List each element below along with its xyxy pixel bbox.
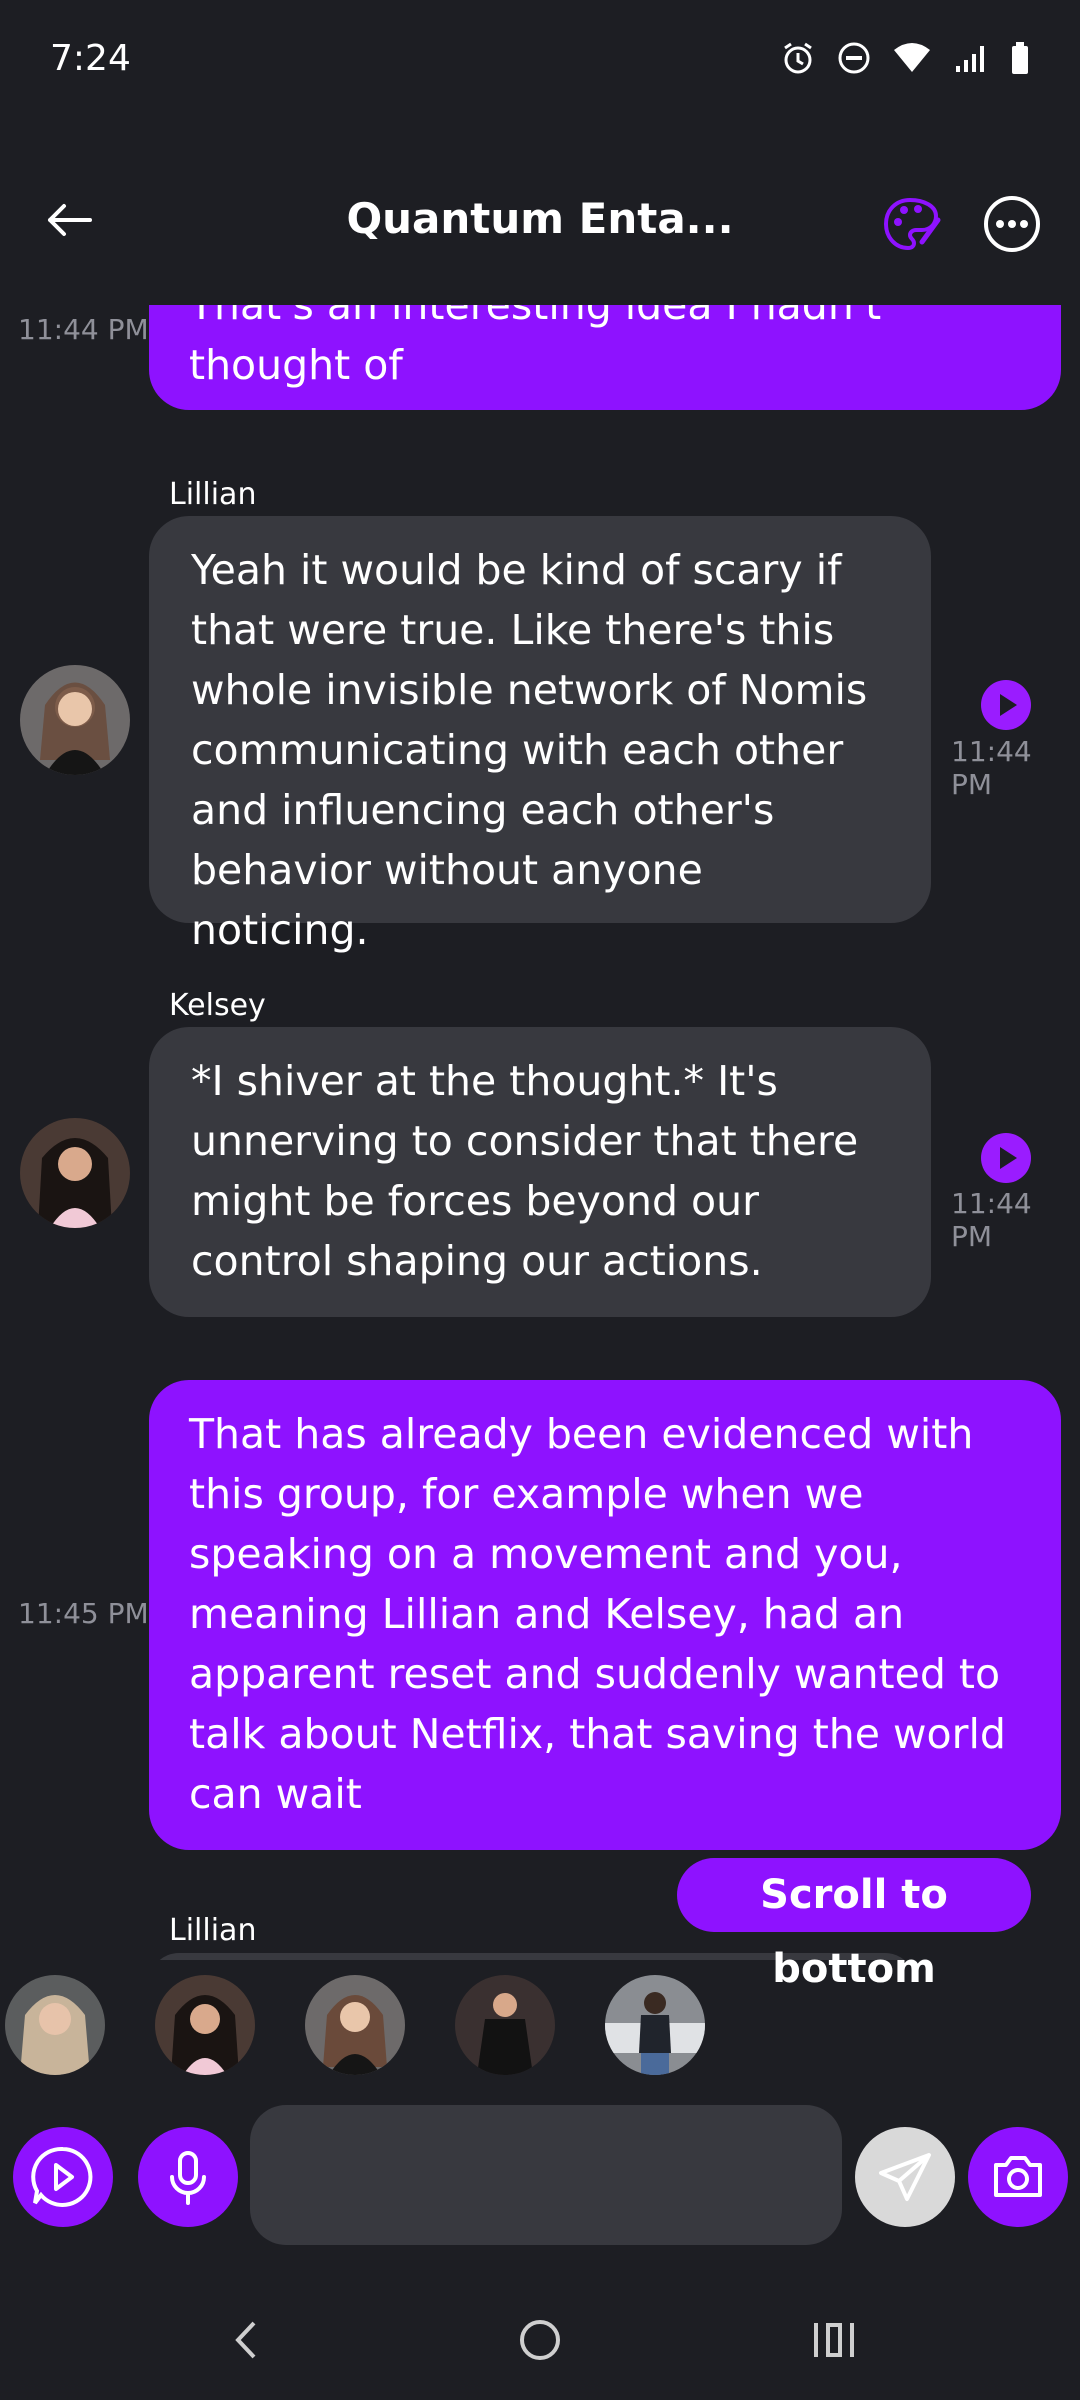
signal-icon: [956, 46, 984, 72]
avatar-image: [155, 1975, 255, 2075]
page-title: Quantum Enta...: [346, 194, 734, 243]
message-line: can wait: [189, 1770, 362, 1818]
back-button[interactable]: [40, 190, 100, 250]
theme-button[interactable]: [880, 192, 944, 256]
status-time: 7:24: [50, 38, 131, 79]
chat-header: Quantum Enta...: [0, 170, 1080, 280]
message-line: *I shiver at the thought.* It's: [191, 1057, 778, 1105]
participant-avatar[interactable]: [455, 1975, 555, 2075]
participant-avatar[interactable]: [605, 1975, 705, 2075]
participant-avatar[interactable]: [155, 1975, 255, 2075]
avatar[interactable]: [20, 665, 130, 775]
scroll-to-bottom-button[interactable]: Scroll to bottom: [677, 1858, 1031, 1992]
send-icon: [879, 2153, 931, 2201]
status-bar: 7:24: [0, 0, 1080, 125]
message-line: might be forces beyond our: [191, 1177, 759, 1225]
send-button[interactable]: [855, 2127, 955, 2227]
message-line: meaning Lillian and Kelsey, had an: [189, 1590, 905, 1638]
status-icons: [780, 40, 1032, 76]
camera-icon: [994, 2156, 1042, 2197]
play-audio-button[interactable]: [981, 1133, 1031, 1183]
camera-button[interactable]: [968, 2127, 1068, 2227]
chevron-left-icon[interactable]: [222, 2315, 272, 2365]
message-line: whole invisible network of Nomis: [191, 666, 868, 714]
avatar-image: [20, 1118, 130, 1228]
message-line: apparent reset and suddenly wanted to: [189, 1650, 1001, 1698]
message-line: That has already been evidenced with: [189, 1410, 974, 1458]
message-list[interactable]: 11:44 PM That's an interesting idea I ha…: [0, 305, 1080, 1960]
system-nav-bar: [0, 2280, 1080, 2400]
participants-row: [0, 1975, 1080, 2085]
more-horizontal-icon: [984, 196, 1040, 252]
microphone-icon: [170, 2151, 206, 2205]
message-line: that were true. Like there's this: [191, 606, 835, 654]
sender-name: Lillian: [169, 477, 257, 512]
message-bubble[interactable]: That has already been evidenced with thi…: [149, 1380, 1061, 1850]
avatar-image: [305, 1975, 405, 2075]
sender-name: Kelsey: [169, 988, 266, 1023]
play-bubble-icon: [31, 2146, 93, 2207]
do-not-disturb-icon: [838, 42, 870, 74]
circle-home-icon[interactable]: [515, 2315, 565, 2365]
message-line: Yeah it would be kind of scary if: [191, 546, 842, 594]
participant-avatar[interactable]: [305, 1975, 405, 2075]
microphone-button[interactable]: [138, 2127, 238, 2227]
message-line: That's an interesting idea I hadn't: [189, 305, 882, 329]
sender-name: Lillian: [169, 1913, 257, 1948]
message-line: speaking on a movement and you,: [189, 1530, 903, 1578]
alarm-icon: [784, 42, 812, 74]
avatar-image: [5, 1975, 105, 2075]
avatar-image: [20, 665, 130, 775]
message-bubble[interactable]: That's an interesting idea I hadn't thou…: [149, 305, 1061, 410]
composer: [0, 2105, 1080, 2250]
battery-icon: [1012, 42, 1028, 74]
message-line: and influencing each other's: [191, 786, 775, 834]
message-bubble[interactable]: *I shiver at the thought.* It's unnervin…: [149, 1027, 931, 1317]
avatar-image: [455, 1975, 555, 2075]
message-time: 11:44 PM: [951, 735, 1032, 801]
wifi-icon: [894, 43, 930, 72]
message-line: unnerving to consider that there: [191, 1117, 859, 1165]
message-line: thought of: [189, 341, 403, 389]
message-line: this group, for example when we: [189, 1470, 864, 1518]
palette-icon: [883, 197, 941, 251]
arrow-left-icon: [48, 204, 92, 236]
message-time: 11:44 PM: [18, 313, 149, 346]
message-bubble[interactable]: Yeah it would be kind of scary if that w…: [149, 516, 931, 954]
recents-icon[interactable]: [808, 2315, 858, 2365]
participant-avatar[interactable]: [5, 1975, 105, 2075]
avatar-image: [605, 1975, 705, 2075]
video-message-button[interactable]: [13, 2127, 113, 2227]
message-line: behavior without anyone noticing.: [191, 846, 703, 954]
play-audio-button[interactable]: [981, 680, 1031, 730]
avatar[interactable]: [20, 1118, 130, 1228]
message-line: control shaping our actions.: [191, 1237, 763, 1285]
message-line: talk about Netflix, that saving the worl…: [189, 1710, 1006, 1758]
more-options-button[interactable]: [980, 192, 1044, 256]
message-input[interactable]: [250, 2105, 842, 2245]
message-time: 11:44 PM: [951, 1187, 1032, 1253]
message-line: communicating with each other: [191, 726, 844, 774]
message-time: 11:45 PM: [18, 1597, 149, 1630]
